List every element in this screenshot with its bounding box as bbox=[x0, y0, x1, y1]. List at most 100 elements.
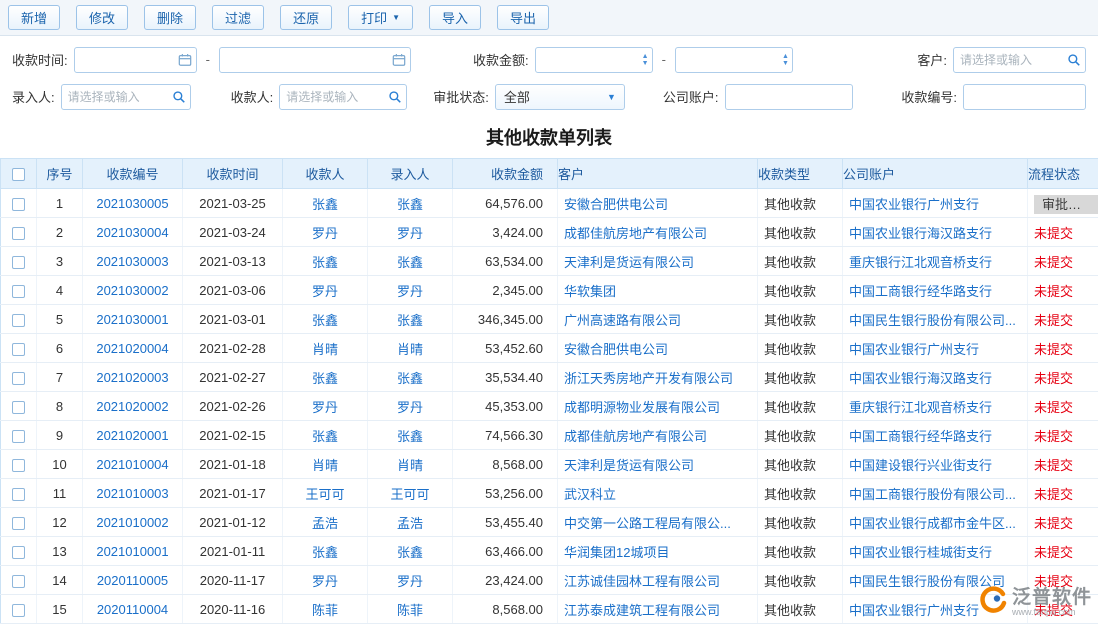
receipt-no-link[interactable]: 2021030005 bbox=[83, 189, 183, 218]
column-header[interactable]: 收款人 bbox=[283, 159, 368, 189]
receipt-no-link[interactable]: 2021030002 bbox=[83, 276, 183, 305]
customer-link[interactable]: 华软集团 bbox=[558, 276, 758, 305]
step-down-icon[interactable]: ▼ bbox=[782, 60, 789, 67]
entry-person-link[interactable]: 肖晴 bbox=[368, 450, 453, 479]
table-row[interactable]: 1120210100032021-01-17王可可王可可53,256.00武汉科… bbox=[1, 479, 1098, 508]
new-button[interactable]: 新增 bbox=[8, 5, 60, 30]
column-header[interactable]: 收款时间 bbox=[183, 159, 283, 189]
customer-link[interactable]: 天津利是货运有限公司 bbox=[558, 247, 758, 276]
receipt-amount-from-input[interactable] bbox=[535, 47, 653, 73]
calendar-icon[interactable] bbox=[392, 53, 406, 67]
calendar-icon[interactable] bbox=[178, 53, 192, 67]
payee-link[interactable]: 肖晴 bbox=[283, 450, 368, 479]
row-select-cell[interactable] bbox=[1, 334, 37, 363]
account-link[interactable]: 中国民生银行股份有限公司... bbox=[843, 305, 1028, 334]
row-select-cell[interactable] bbox=[1, 363, 37, 392]
payee-link[interactable]: 陈菲 bbox=[283, 595, 368, 624]
select-all-header[interactable] bbox=[1, 159, 37, 189]
table-row[interactable]: 1520201100042020-11-16陈菲陈菲8,568.00江苏泰成建筑… bbox=[1, 595, 1098, 624]
customer-link[interactable]: 天津利是货运有限公司 bbox=[558, 450, 758, 479]
account-link[interactable]: 中国农业银行成都市金牛区... bbox=[843, 508, 1028, 537]
receipt-no-link[interactable]: 2020110005 bbox=[83, 566, 183, 595]
row-select-cell[interactable] bbox=[1, 247, 37, 276]
payee-link[interactable]: 张鑫 bbox=[283, 537, 368, 566]
payee-link[interactable]: 张鑫 bbox=[283, 421, 368, 450]
column-header[interactable]: 公司账户 bbox=[843, 159, 1028, 189]
row-select-cell[interactable] bbox=[1, 450, 37, 479]
table-row[interactable]: 520210300012021-03-01张鑫张鑫346,345.00广州高速路… bbox=[1, 305, 1098, 334]
search-icon[interactable] bbox=[1067, 53, 1081, 67]
account-link[interactable]: 中国农业银行海汉路支行 bbox=[843, 363, 1028, 392]
payee-link[interactable]: 肖晴 bbox=[283, 334, 368, 363]
entry-person-link[interactable]: 罗丹 bbox=[368, 218, 453, 247]
column-header[interactable]: 收款金额 bbox=[453, 159, 558, 189]
payee-link[interactable]: 张鑫 bbox=[283, 247, 368, 276]
payee-link[interactable]: 罗丹 bbox=[283, 276, 368, 305]
row-select-cell[interactable] bbox=[1, 508, 37, 537]
customer-link[interactable]: 安徽合肥供电公司 bbox=[558, 334, 758, 363]
customer-link[interactable]: 江苏诚佳园林工程有限公司 bbox=[558, 566, 758, 595]
account-link[interactable]: 中国工商银行经华路支行 bbox=[843, 421, 1028, 450]
import-button[interactable]: 导入 bbox=[429, 5, 481, 30]
table-row[interactable]: 620210200042021-02-28肖晴肖晴53,452.60安徽合肥供电… bbox=[1, 334, 1098, 363]
row-checkbox[interactable] bbox=[12, 401, 25, 414]
account-link[interactable]: 中国农业银行海汉路支行 bbox=[843, 218, 1028, 247]
account-link[interactable]: 中国建设银行兴业街支行 bbox=[843, 450, 1028, 479]
column-header[interactable]: 收款编号 bbox=[83, 159, 183, 189]
payee-link[interactable]: 张鑫 bbox=[283, 189, 368, 218]
customer-link[interactable]: 成都佳航房地产有限公司 bbox=[558, 218, 758, 247]
row-select-cell[interactable] bbox=[1, 305, 37, 334]
table-row[interactable]: 420210300022021-03-06罗丹罗丹2,345.00华软集团其他收… bbox=[1, 276, 1098, 305]
column-header[interactable]: 客户 bbox=[558, 159, 758, 189]
customer-link[interactable]: 安徽合肥供电公司 bbox=[558, 189, 758, 218]
account-link[interactable]: 中国工商银行股份有限公司... bbox=[843, 479, 1028, 508]
receipt-no-link[interactable]: 2021030001 bbox=[83, 305, 183, 334]
column-header[interactable]: 录入人 bbox=[368, 159, 453, 189]
receipt-amount-to-input[interactable] bbox=[675, 47, 793, 73]
row-checkbox[interactable] bbox=[12, 459, 25, 472]
number-stepper[interactable]: ▲▼ bbox=[642, 53, 649, 67]
customer-link[interactable]: 成都佳航房地产有限公司 bbox=[558, 421, 758, 450]
payee-link[interactable]: 罗丹 bbox=[283, 566, 368, 595]
company-account-input[interactable] bbox=[725, 84, 853, 110]
receipt-no-input[interactable] bbox=[963, 84, 1086, 110]
receipt-no-link[interactable]: 2021020002 bbox=[83, 392, 183, 421]
payee-link[interactable]: 罗丹 bbox=[283, 392, 368, 421]
entry-person-link[interactable]: 罗丹 bbox=[368, 392, 453, 421]
row-select-cell[interactable] bbox=[1, 566, 37, 595]
select-all-checkbox[interactable] bbox=[12, 168, 25, 181]
approval-status-select[interactable]: 全部 ▼ bbox=[495, 84, 625, 110]
row-checkbox[interactable] bbox=[12, 314, 25, 327]
receipt-no-link[interactable]: 2021010001 bbox=[83, 537, 183, 566]
table-row[interactable]: 1220210100022021-01-12孟浩孟浩53,455.40中交第一公… bbox=[1, 508, 1098, 537]
row-checkbox[interactable] bbox=[12, 546, 25, 559]
table-row[interactable]: 120210300052021-03-25张鑫张鑫64,576.00安徽合肥供电… bbox=[1, 189, 1098, 218]
entry-person-link[interactable]: 张鑫 bbox=[368, 189, 453, 218]
payee-link[interactable]: 孟浩 bbox=[283, 508, 368, 537]
receipt-no-link[interactable]: 2021010004 bbox=[83, 450, 183, 479]
receipt-no-link[interactable]: 2021010003 bbox=[83, 479, 183, 508]
account-link[interactable]: 中国农业银行广州支行 bbox=[843, 189, 1028, 218]
customer-link[interactable]: 浙江天秀房地产开发有限公司 bbox=[558, 363, 758, 392]
filter-button[interactable]: 过滤 bbox=[212, 5, 264, 30]
table-row[interactable]: 220210300042021-03-24罗丹罗丹3,424.00成都佳航房地产… bbox=[1, 218, 1098, 247]
entry-person-link[interactable]: 张鑫 bbox=[368, 305, 453, 334]
print-button[interactable]: 打印▼ bbox=[348, 5, 413, 30]
receipt-no-link[interactable]: 2021030003 bbox=[83, 247, 183, 276]
entry-person-link[interactable]: 张鑫 bbox=[368, 363, 453, 392]
entry-person-link[interactable]: 陈菲 bbox=[368, 595, 453, 624]
column-header[interactable]: 序号 bbox=[37, 159, 83, 189]
step-down-icon[interactable]: ▼ bbox=[642, 60, 649, 67]
row-select-cell[interactable] bbox=[1, 218, 37, 247]
table-row[interactable]: 1020210100042021-01-18肖晴肖晴8,568.00天津利是货运… bbox=[1, 450, 1098, 479]
payee-link[interactable]: 张鑫 bbox=[283, 305, 368, 334]
account-link[interactable]: 重庆银行江北观音桥支行 bbox=[843, 392, 1028, 421]
entry-person-link[interactable]: 张鑫 bbox=[368, 421, 453, 450]
receipt-time-to-input[interactable] bbox=[219, 47, 411, 73]
customer-link[interactable]: 成都明源物业发展有限公司 bbox=[558, 392, 758, 421]
entry-person-link[interactable]: 肖晴 bbox=[368, 334, 453, 363]
table-row[interactable]: 1320210100012021-01-11张鑫张鑫63,466.00华润集团1… bbox=[1, 537, 1098, 566]
receipt-no-link[interactable]: 2021020004 bbox=[83, 334, 183, 363]
row-checkbox[interactable] bbox=[12, 227, 25, 240]
delete-button[interactable]: 删除 bbox=[144, 5, 196, 30]
